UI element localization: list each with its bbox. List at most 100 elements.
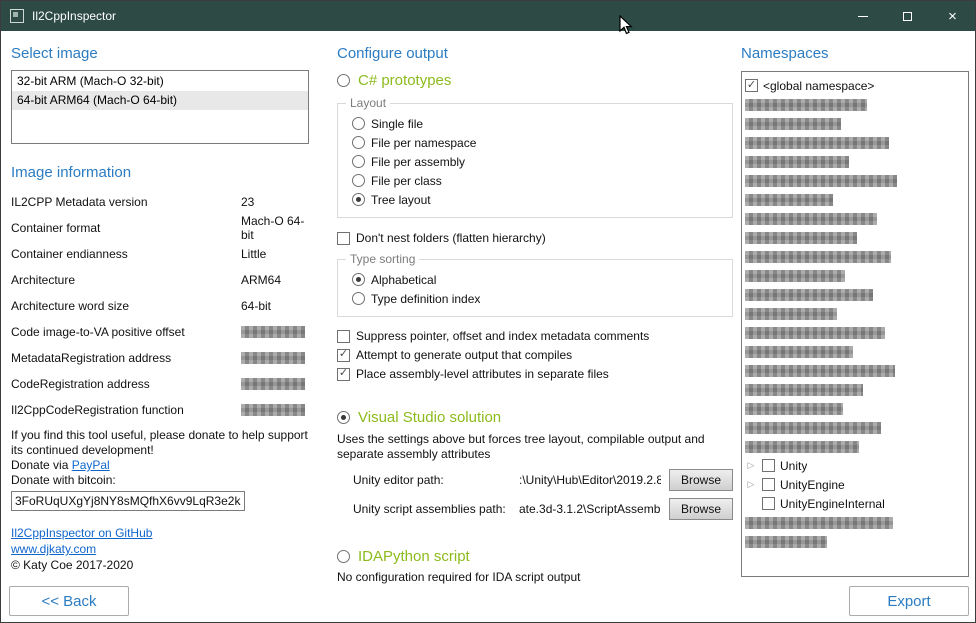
namespace-item[interactable]	[745, 114, 965, 133]
radio-icon	[337, 74, 350, 87]
maximize-button[interactable]	[885, 1, 930, 31]
radio-icon	[352, 174, 365, 187]
idapython-radio[interactable]: IDAPython script	[337, 548, 733, 565]
bitcoin-address-input[interactable]	[11, 491, 245, 511]
flatten-hierarchy-checkbox[interactable]: ✓ Don't nest folders (flatten hierarchy)	[337, 231, 733, 245]
info-row: Il2CppCodeRegistration function	[11, 402, 309, 417]
redacted-text	[745, 384, 863, 396]
namespace-checkbox[interactable]: ✓	[762, 478, 775, 491]
layout-option-file-per-assembly[interactable]: File per assembly	[352, 152, 724, 171]
namespace-checkbox[interactable]: ✓	[762, 497, 775, 510]
info-row: Code image-to-VA positive offset	[11, 324, 309, 339]
image-information-heading: Image information	[11, 164, 309, 181]
website-link[interactable]: www.djkaty.com	[11, 542, 96, 556]
compilable-output-checkbox[interactable]: ✓ Attempt to generate output that compil…	[337, 348, 733, 362]
namespace-item-unityengine[interactable]: ▷ ✓ UnityEngine	[745, 475, 965, 494]
info-row: IL2CPP Metadata version 23	[11, 194, 309, 209]
sorting-option-alphabetical[interactable]: Alphabetical	[352, 270, 724, 289]
redacted-text	[745, 346, 853, 358]
namespace-item[interactable]	[745, 152, 965, 171]
namespace-item[interactable]	[745, 228, 965, 247]
info-row: MetadataRegistration address	[11, 350, 309, 365]
radio-icon	[352, 292, 365, 305]
redacted-text	[745, 308, 837, 320]
layout-option-file-per-class[interactable]: File per class	[352, 171, 724, 190]
type-sorting-group-title: Type sorting	[346, 252, 419, 266]
namespace-item[interactable]	[745, 190, 965, 209]
radio-icon	[337, 550, 350, 563]
namespace-item[interactable]	[745, 532, 965, 551]
namespace-item[interactable]	[745, 513, 965, 532]
minimize-icon	[858, 16, 868, 17]
namespace-item[interactable]	[745, 437, 965, 456]
redacted-text	[745, 365, 895, 377]
visual-studio-radio[interactable]: Visual Studio solution	[337, 409, 733, 426]
namespace-item[interactable]	[745, 399, 965, 418]
radio-icon	[352, 193, 365, 206]
namespace-item[interactable]	[745, 323, 965, 342]
browse-editor-path-button[interactable]: Browse	[669, 469, 733, 491]
image-list-item[interactable]: 64-bit ARM64 (Mach-O 64-bit)	[12, 91, 308, 110]
unity-editor-path-input[interactable]: :\Unity\Hub\Editor\2019.2.8f1	[519, 473, 661, 487]
namespace-item-unity[interactable]: ▷ ✓ Unity	[745, 456, 965, 475]
namespace-checkbox[interactable]: ✓	[745, 79, 758, 92]
redacted-value	[241, 352, 305, 364]
close-button[interactable]: ×	[930, 1, 975, 31]
info-row: CodeRegistration address	[11, 376, 309, 391]
redacted-text	[745, 118, 841, 130]
namespace-item[interactable]	[745, 247, 965, 266]
select-image-heading: Select image	[11, 45, 309, 62]
redacted-text	[745, 156, 849, 168]
configure-output-panel: Configure output C# prototypes Layout Si…	[337, 45, 733, 584]
namespace-item[interactable]	[745, 418, 965, 437]
sorting-option-type-definition-index[interactable]: Type definition index	[352, 289, 724, 308]
layout-option-tree-layout[interactable]: Tree layout	[352, 190, 724, 209]
namespace-item[interactable]	[745, 361, 965, 380]
export-button[interactable]: Export	[849, 586, 969, 616]
namespace-item[interactable]	[745, 342, 965, 361]
idapython-section: IDAPython script No configuration requir…	[337, 548, 733, 584]
visual-studio-section: Visual Studio solution Uses the settings…	[337, 409, 733, 520]
redacted-text	[745, 175, 897, 187]
redacted-text	[745, 137, 889, 149]
namespace-item[interactable]	[745, 133, 965, 152]
namespace-item[interactable]	[745, 304, 965, 323]
select-image-panel: Select image 32-bit ARM (Mach-O 32-bit) …	[11, 45, 309, 573]
configure-output-heading: Configure output	[337, 45, 733, 62]
namespace-item[interactable]	[745, 95, 965, 114]
namespace-item[interactable]	[745, 209, 965, 228]
github-link[interactable]: Il2CppInspector on GitHub	[11, 526, 152, 540]
paypal-link[interactable]: PayPal	[72, 458, 110, 472]
namespace-checkbox[interactable]: ✓	[762, 459, 775, 472]
redacted-text	[745, 251, 891, 263]
app-window: Il2CppInspector × Select image 32-bit AR…	[0, 0, 976, 623]
expand-icon[interactable]: ▷	[745, 480, 757, 489]
csharp-prototypes-radio[interactable]: C# prototypes	[337, 72, 733, 89]
type-sorting-groupbox: Type sorting Alphabetical Type definitio…	[337, 259, 733, 317]
layout-option-single-file[interactable]: Single file	[352, 114, 724, 133]
info-row: Container format Mach-O 64-bit	[11, 220, 309, 235]
browse-assemblies-path-button[interactable]: Browse	[669, 498, 733, 520]
info-row: Container endianness Little	[11, 246, 309, 261]
layout-option-file-per-namespace[interactable]: File per namespace	[352, 133, 724, 152]
redacted-text	[745, 232, 857, 244]
back-button[interactable]: << Back	[9, 586, 129, 616]
suppress-comments-checkbox[interactable]: ✓ Suppress pointer, offset and index met…	[337, 329, 733, 343]
namespace-item-global[interactable]: ✓ <global namespace>	[745, 76, 965, 95]
namespace-item[interactable]	[745, 171, 965, 190]
namespaces-heading: Namespaces	[741, 45, 969, 62]
separate-attributes-checkbox[interactable]: ✓ Place assembly-level attributes in sep…	[337, 367, 733, 381]
namespace-item-unityengineinternal[interactable]: ✓ UnityEngineInternal	[745, 494, 965, 513]
minimize-button[interactable]	[840, 1, 885, 31]
redacted-text	[745, 213, 877, 225]
namespace-item[interactable]	[745, 380, 965, 399]
image-list-item[interactable]: 32-bit ARM (Mach-O 32-bit)	[12, 72, 308, 91]
namespace-item[interactable]	[745, 285, 965, 304]
footer-links: Il2CppInspector on GitHub www.djkaty.com…	[11, 525, 309, 573]
namespace-item[interactable]	[745, 266, 965, 285]
script-assemblies-path-input[interactable]: ate.3d-3.1.2\ScriptAssemblies	[519, 502, 661, 516]
redacted-text	[745, 403, 843, 415]
info-row: Architecture ARM64	[11, 272, 309, 287]
expand-icon[interactable]: ▷	[745, 461, 757, 470]
window-title: Il2CppInspector	[32, 9, 840, 23]
